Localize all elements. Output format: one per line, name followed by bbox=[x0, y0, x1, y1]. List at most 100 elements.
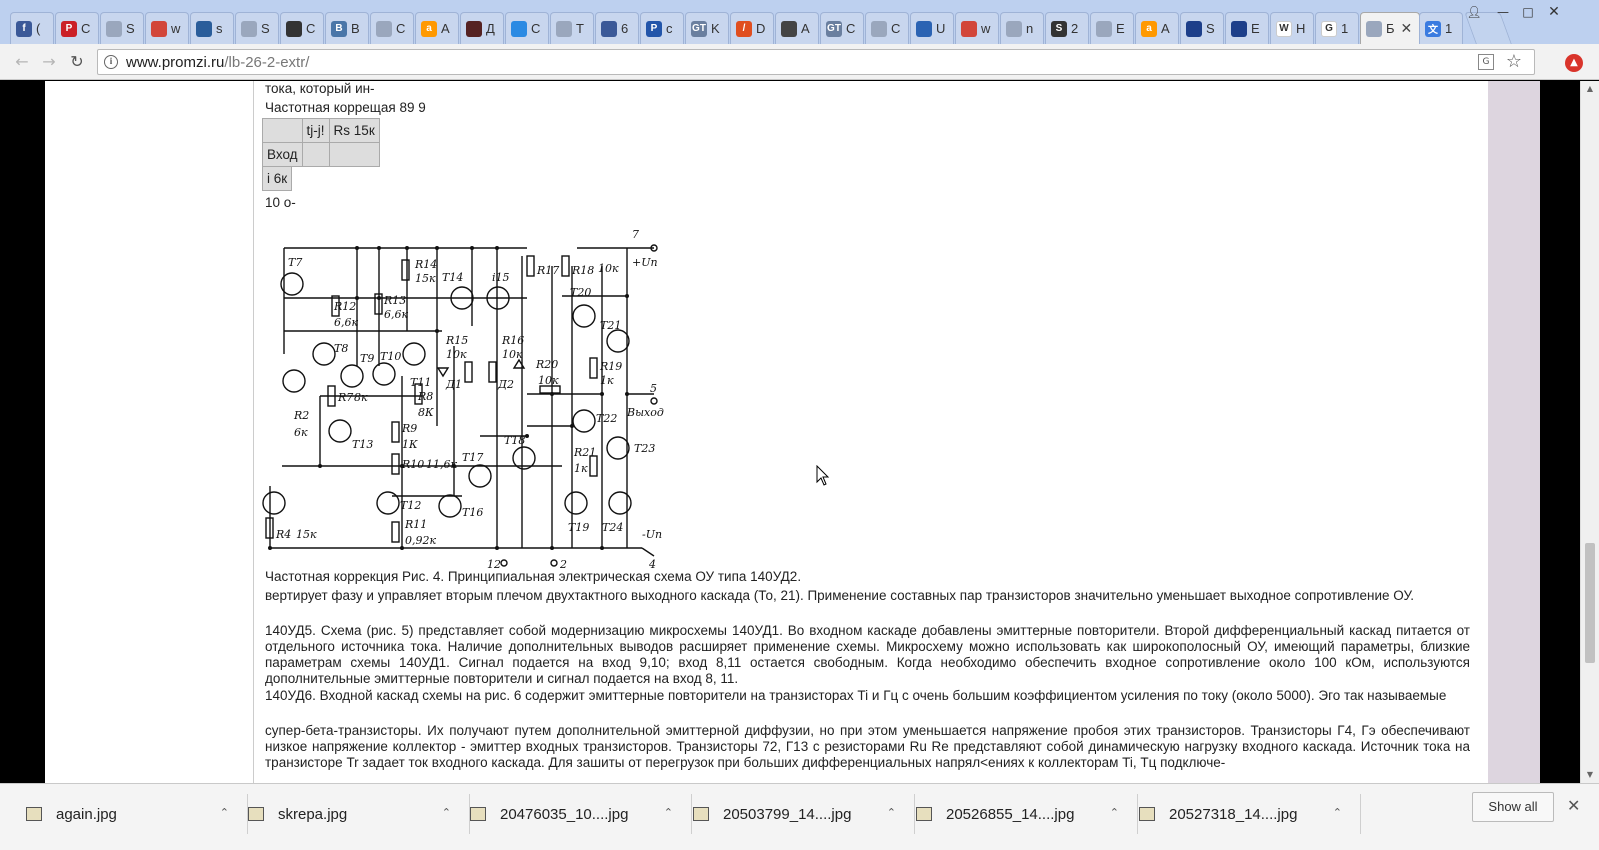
tab-11[interactable]: Д bbox=[460, 12, 504, 44]
tab-6[interactable]: S bbox=[235, 12, 279, 44]
tab-3[interactable]: S bbox=[100, 12, 144, 44]
download-item[interactable]: 20476035_10....jpg ⌃ bbox=[470, 794, 692, 834]
pin-7-label: 7 bbox=[632, 228, 639, 241]
chevron-up-icon[interactable]: ⌃ bbox=[887, 806, 896, 819]
right-background bbox=[1540, 81, 1580, 783]
tab-13[interactable]: T bbox=[550, 12, 594, 44]
table-cell: Rs 15к bbox=[328, 118, 380, 143]
tab-30[interactable]: G1 bbox=[1315, 12, 1359, 44]
r16-value: 10к bbox=[502, 348, 523, 361]
tab-21[interactable]: U bbox=[910, 12, 954, 44]
image-file-icon bbox=[693, 807, 709, 821]
table-cell bbox=[262, 118, 303, 143]
tab-4[interactable]: w bbox=[145, 12, 189, 44]
vplus-label: +Uп bbox=[632, 256, 658, 269]
download-item[interactable]: 20526855_14....jpg ⌃ bbox=[916, 794, 1138, 834]
tab-25[interactable]: E bbox=[1090, 12, 1134, 44]
tab-5[interactable]: s bbox=[190, 12, 234, 44]
planet-icon bbox=[1231, 20, 1247, 37]
image-file-icon bbox=[26, 807, 42, 821]
flag-icon bbox=[196, 20, 212, 37]
t15-label: i15 bbox=[492, 271, 510, 284]
tab-title: S bbox=[126, 21, 135, 36]
table-cell: tj-j! bbox=[301, 118, 330, 143]
tab-26[interactable]: aA bbox=[1135, 12, 1179, 44]
translate-icon[interactable]: G bbox=[1478, 54, 1494, 70]
extension-icon[interactable]: ▲ bbox=[1565, 54, 1583, 72]
planet-icon bbox=[1186, 20, 1202, 37]
tab-23[interactable]: n bbox=[1000, 12, 1044, 44]
bookmark-star-icon[interactable]: ☆ bbox=[1506, 51, 1522, 72]
tab-12[interactable]: C bbox=[505, 12, 549, 44]
tab-title: C bbox=[396, 21, 406, 36]
chevron-up-icon[interactable]: ⌃ bbox=[664, 806, 673, 819]
tab-14[interactable]: 6 bbox=[595, 12, 639, 44]
minimize-button[interactable]: — bbox=[1491, 2, 1515, 22]
tab-18[interactable]: A bbox=[775, 12, 819, 44]
tab-22[interactable]: w bbox=[955, 12, 999, 44]
chevron-up-icon[interactable]: ⌃ bbox=[1333, 806, 1342, 819]
download-item[interactable]: 20503799_14....jpg ⌃ bbox=[693, 794, 915, 834]
tab-15[interactable]: Pc bbox=[640, 12, 684, 44]
back-button[interactable]: ← bbox=[10, 50, 34, 74]
url-text[interactable]: www.promzi.ru/lb-26-2-extr/ bbox=[126, 54, 309, 71]
scrollbar-thumb[interactable] bbox=[1585, 543, 1595, 663]
tab-title: H bbox=[1296, 21, 1306, 36]
maximize-button[interactable]: □ bbox=[1516, 2, 1540, 22]
t22-label: T22 bbox=[596, 412, 617, 425]
chevron-up-icon[interactable]: ⌃ bbox=[442, 806, 451, 819]
profile-icon[interactable]: 👤︎ bbox=[1462, 2, 1486, 22]
r13-value: 6,6к bbox=[384, 308, 408, 321]
tab-9[interactable]: C bbox=[370, 12, 414, 44]
r4-label: R4 bbox=[275, 528, 291, 541]
tab-24[interactable]: S2 bbox=[1045, 12, 1089, 44]
tab-29[interactable]: WH bbox=[1270, 12, 1314, 44]
tab-title: s bbox=[216, 21, 223, 36]
tab-32[interactable]: 文1 bbox=[1419, 12, 1463, 44]
chevron-up-icon[interactable]: ⌃ bbox=[220, 806, 229, 819]
url-path: /lb-26-2-extr/ bbox=[224, 54, 310, 71]
data-table: tj-j! Rs 15к Вход bbox=[262, 118, 380, 167]
freq-heading: Частотная коррещая 89 9 bbox=[265, 100, 426, 115]
tab-8[interactable]: BB bbox=[325, 12, 369, 44]
image-file-icon bbox=[1139, 807, 1155, 821]
tab-16[interactable]: GT K bbox=[685, 12, 729, 44]
tab-title: A bbox=[441, 21, 450, 36]
left-column bbox=[45, 81, 253, 783]
wikipedia-icon: W bbox=[1276, 20, 1292, 37]
tab-10[interactable]: aA bbox=[415, 12, 459, 44]
window-close-button[interactable]: ✕ bbox=[1542, 2, 1566, 22]
tab-2[interactable]: PC bbox=[55, 12, 99, 44]
r17-label: R17 bbox=[536, 264, 559, 277]
tab-1[interactable]: f( bbox=[10, 12, 54, 44]
chevron-up-icon[interactable]: ⌃ bbox=[1110, 806, 1119, 819]
download-item[interactable]: 20527318_14....jpg ⌃ bbox=[1139, 794, 1361, 834]
download-item[interactable]: skrepa.jpg ⌃ bbox=[248, 794, 470, 834]
r20-value: 10к bbox=[538, 374, 559, 387]
tab-7[interactable]: C bbox=[280, 12, 324, 44]
tab-close-icon[interactable]: ✕ bbox=[1401, 21, 1413, 37]
tab-31[interactable]: Б ✕ bbox=[1360, 12, 1420, 44]
gt-icon: GT bbox=[691, 20, 707, 37]
scroll-up-icon[interactable]: ▲ bbox=[1581, 81, 1599, 97]
tab-19[interactable]: GT C bbox=[820, 12, 864, 44]
tab-17[interactable]: / D bbox=[730, 12, 774, 44]
r11-value: 0,92к bbox=[405, 534, 436, 547]
tab-27[interactable]: S bbox=[1180, 12, 1224, 44]
tab-20[interactable]: C bbox=[865, 12, 909, 44]
reload-button[interactable]: ↻ bbox=[65, 50, 89, 74]
close-downloads-icon[interactable]: ✕ bbox=[1567, 796, 1580, 815]
forward-button[interactable]: → bbox=[37, 50, 61, 74]
tab-title: C bbox=[306, 21, 316, 36]
vertical-scrollbar[interactable]: ▲ ▼ bbox=[1580, 81, 1599, 783]
table-cell bbox=[301, 142, 330, 167]
download-item[interactable]: again.jpg ⌃ bbox=[26, 794, 248, 834]
scroll-down-icon[interactable]: ▼ bbox=[1581, 767, 1599, 783]
tab-title: C bbox=[81, 21, 91, 36]
show-all-button[interactable]: Show all bbox=[1472, 792, 1554, 822]
amazon-icon: a bbox=[1141, 20, 1157, 37]
s-icon: S bbox=[1051, 20, 1067, 37]
tab-28[interactable]: E bbox=[1225, 12, 1269, 44]
site-info-icon[interactable]: i bbox=[104, 55, 118, 69]
address-bar[interactable]: i www.promzi.ru/lb-26-2-extr/ G ☆ bbox=[97, 49, 1535, 75]
